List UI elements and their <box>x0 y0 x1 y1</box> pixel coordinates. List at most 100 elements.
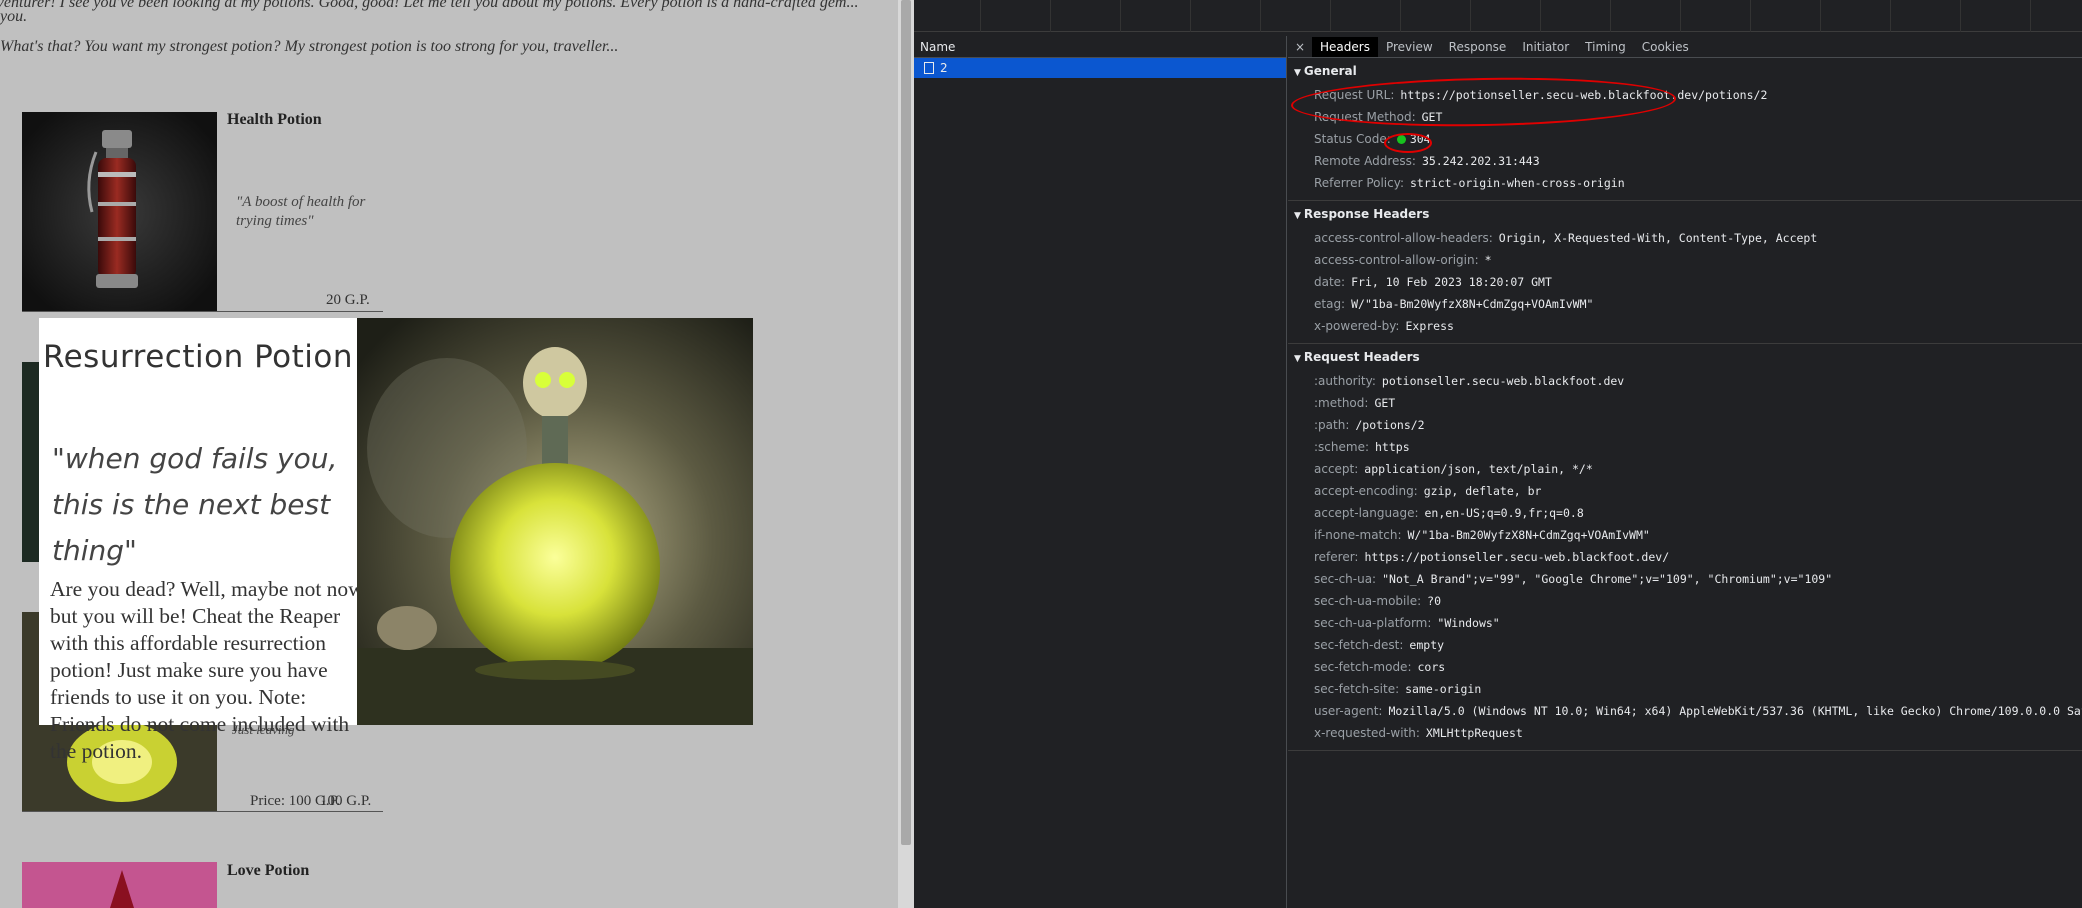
love-potion-image[interactable] <box>22 862 217 908</box>
header-value: Express <box>1405 319 1454 333</box>
section-title: Request Headers <box>1303 350 1420 364</box>
header-value: https://potionseller.secu-web.blackfoot.… <box>1364 550 1670 564</box>
header-row[interactable]: access-control-allow-headers: Origin, X-R… <box>1288 227 2082 249</box>
header-key: x-powered-by: <box>1314 319 1400 333</box>
request-row-name: 2 <box>940 61 948 75</box>
header-key: if-none-match: <box>1314 528 1402 542</box>
section-request-headers: ▼ Request Headers:authority: potionseller.… <box>1288 344 2082 751</box>
network-timeline-overview[interactable] <box>914 0 2082 32</box>
header-value: GET <box>1374 396 1396 410</box>
page-scrollbar[interactable] <box>898 0 914 908</box>
header-row[interactable]: :scheme: https <box>1288 436 2082 458</box>
header-row[interactable]: sec-fetch-mode: cors <box>1288 656 2082 678</box>
tab-initiator[interactable]: Initiator <box>1514 37 1577 57</box>
devtools-panel: Name 2 × Headers Preview Response Initia… <box>914 0 2082 908</box>
header-row[interactable]: :authority: potionseller.secu-web.blackfo… <box>1288 370 2082 392</box>
header-value: /potions/2 <box>1355 418 1425 432</box>
header-row[interactable]: sec-ch-ua-platform: "Windows" <box>1288 612 2082 634</box>
header-key: accept: <box>1314 462 1359 476</box>
close-icon[interactable]: × <box>1288 40 1312 54</box>
header-value: strict-origin-when-cross-origin <box>1410 176 1625 190</box>
document-icon <box>924 62 934 74</box>
section-header[interactable]: ▼ General <box>1288 58 2082 84</box>
header-value: W/"1ba-Bm20WyfzX8N+CdmZgq+VOAmIvWM" <box>1407 528 1650 542</box>
popup-quote: "when god fails you, this is the next be… <box>52 442 338 567</box>
section-response-headers: ▼ Response Headers access-control-allow-he… <box>1288 201 2082 344</box>
card-divider <box>22 811 383 812</box>
header-row[interactable]: sec-fetch-site: same-origin <box>1288 678 2082 700</box>
header-row[interactable]: Remote Address: 35.242.202.31:443 <box>1288 150 2082 172</box>
header-row[interactable]: access-control-allow-origin: * <box>1288 249 2082 271</box>
intro-text-top-end: you. <box>0 8 28 25</box>
header-row[interactable]: sec-fetch-dest: empty <box>1288 634 2082 656</box>
header-key: sec-ch-ua-mobile: <box>1314 594 1422 608</box>
header-key: Referrer Policy: <box>1314 176 1404 190</box>
card-quote-health-potion: "A boost of health for trying times" <box>236 194 366 229</box>
potion-detail-popup[interactable]: Resurrection Potion "when god fails you,… <box>39 318 753 763</box>
health-potion-image[interactable] <box>22 112 217 312</box>
header-row[interactable]: :method: GET <box>1288 392 2082 414</box>
tab-timing[interactable]: Timing <box>1577 37 1634 57</box>
name-column-header[interactable]: Name <box>914 36 1286 58</box>
headers-content: ▼ General Request URL: https://potionseller… <box>1288 58 2082 751</box>
section-header[interactable]: ▼ Response Headers <box>1288 201 2082 227</box>
tab-preview[interactable]: Preview <box>1378 37 1441 57</box>
section-general: ▼ General Request URL: https://potionseller… <box>1288 58 2082 201</box>
card-title-health-potion: Health Potion <box>227 111 322 128</box>
header-key: sec-fetch-dest: <box>1314 638 1404 652</box>
section-header[interactable]: ▼ Request Headers <box>1288 344 2082 370</box>
header-row[interactable]: accept-language: en,en-US;q=0.9,fr;q=0.8 <box>1288 502 2082 524</box>
request-list: Name 2 <box>914 36 1287 908</box>
resurrection-potion-image <box>357 318 753 725</box>
header-key: :path: <box>1314 418 1350 432</box>
header-row[interactable]: :path: /potions/2 <box>1288 414 2082 436</box>
header-row[interactable]: x-requested-with: XMLHttpRequest <box>1288 722 2082 744</box>
header-value: same-origin <box>1405 682 1482 696</box>
header-key: access-control-allow-headers: <box>1314 231 1493 245</box>
header-key: user-agent: <box>1314 704 1383 718</box>
header-key: sec-fetch-site: <box>1314 682 1400 696</box>
header-key: sec-ch-ua: <box>1314 572 1377 586</box>
header-key: sec-ch-ua-platform: <box>1314 616 1432 630</box>
header-value: XMLHttpRequest <box>1425 726 1523 740</box>
section-title: Response Headers <box>1303 207 1430 221</box>
popup-text-panel: Resurrection Potion "when god fails you,… <box>39 318 368 763</box>
header-key: accept-language: <box>1314 506 1419 520</box>
tab-cookies[interactable]: Cookies <box>1634 37 1697 57</box>
header-row[interactable]: etag: W/"1ba-Bm20WyfzX8N+CdmZgq+VOAmIvWM" <box>1288 293 2082 315</box>
header-row[interactable]: accept: application/json, text/plain, */* <box>1288 458 2082 480</box>
header-row[interactable]: sec-ch-ua: "Not_A Brand";v="99", "Google … <box>1288 568 2082 590</box>
header-value: 35.242.202.31:443 <box>1421 154 1540 168</box>
card-divider <box>22 311 383 312</box>
header-value: https <box>1375 440 1410 454</box>
header-row[interactable]: sec-ch-ua-mobile: ?0 <box>1288 590 2082 612</box>
tab-response[interactable]: Response <box>1441 37 1515 57</box>
header-value: "Not_A Brand";v="99", "Google Chrome";v=… <box>1382 572 1833 586</box>
header-value: Origin, X-Requested-With, Content-Type, … <box>1498 231 1818 245</box>
page-scrollbar-thumb[interactable] <box>901 0 911 845</box>
header-key: accept-encoding: <box>1314 484 1418 498</box>
expand-triangle-icon: ▼ <box>1294 354 1301 364</box>
card-title-love-potion: Love Potion <box>227 862 310 879</box>
header-value: en,en-US;q=0.9,fr;q=0.8 <box>1424 506 1584 520</box>
header-value: Fri, 10 Feb 2023 18:20:07 GMT <box>1351 275 1552 289</box>
header-key: date: <box>1314 275 1346 289</box>
header-row[interactable]: accept-encoding: gzip, deflate, br <box>1288 480 2082 502</box>
header-key: :method: <box>1314 396 1369 410</box>
request-row[interactable]: 2 <box>914 58 1286 78</box>
header-key: access-control-allow-origin: <box>1314 253 1479 267</box>
header-value: empty <box>1409 638 1445 652</box>
header-row[interactable]: if-none-match: W/"1ba-Bm20WyfzX8N+CdmZgq+… <box>1288 524 2082 546</box>
header-row[interactable]: x-powered-by: Express <box>1288 315 2082 337</box>
header-row[interactable]: Referrer Policy: strict-origin-when-cross… <box>1288 172 2082 194</box>
tab-headers[interactable]: Headers <box>1312 36 1378 57</box>
intro-text-strongest: What's that? You want my strongest potio… <box>0 38 619 55</box>
header-key: Status Code: <box>1314 132 1391 146</box>
header-row[interactable]: referer: https://potionseller.secu-web.bl… <box>1288 546 2082 568</box>
header-key: :authority: <box>1314 374 1376 388</box>
popup-description: Are you dead? Well, maybe not now, but y… <box>50 577 368 763</box>
header-row[interactable]: user-agent: Mozilla/5.0 (Windows NT 10.0;… <box>1288 700 2082 722</box>
header-key: etag: <box>1314 297 1346 311</box>
header-row[interactable]: date: Fri, 10 Feb 2023 18:20:07 GMT <box>1288 271 2082 293</box>
header-value: Mozilla/5.0 (Windows NT 10.0; Win64; x64… <box>1388 704 2082 718</box>
